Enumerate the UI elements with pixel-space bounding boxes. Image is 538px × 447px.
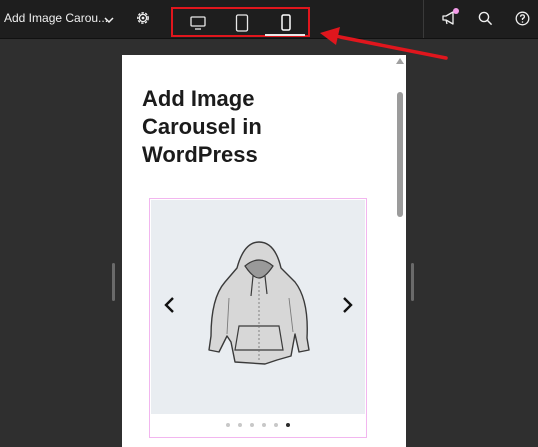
desktop-preview-button[interactable] [185,12,211,34]
carousel-dot[interactable] [226,423,230,427]
desktop-icon [190,16,206,30]
carousel-prev-arrow[interactable] [163,296,175,319]
tablet-preview-button[interactable] [229,12,255,34]
hoodie-image [208,241,310,365]
search-icon[interactable] [478,11,493,31]
carousel-dot-active[interactable] [286,423,290,427]
resize-handle-right[interactable] [411,263,414,301]
mobile-preview-button[interactable] [273,12,299,34]
carousel-next-arrow[interactable] [342,296,354,319]
mobile-preview-canvas: Add Image Carousel in WordPress [122,55,406,447]
document-title[interactable]: Add Image Carou... [4,11,108,25]
resize-handle-left[interactable] [112,263,115,301]
chevron-right-icon [343,297,353,313]
help-icon[interactable] [515,11,530,31]
device-preview-switcher [171,7,310,37]
carousel-dot[interactable] [274,423,278,427]
carousel-pagination [150,423,366,427]
carousel-slide [151,200,365,414]
notification-dot [453,8,459,14]
carousel-dot[interactable] [250,423,254,427]
page-title: Add Image Carousel in WordPress [142,86,262,167]
active-device-indicator [265,34,305,36]
chevron-left-icon [164,297,174,313]
scroll-up-arrow[interactable] [396,58,404,64]
image-carousel [149,198,367,438]
gear-icon[interactable] [135,10,151,31]
carousel-dot[interactable] [262,423,266,427]
chevron-down-icon[interactable] [104,12,114,30]
editor-toolbar: Add Image Carou... [0,0,538,39]
scrollbar-thumb[interactable] [397,92,403,217]
mobile-icon [281,14,291,31]
toolbar-divider [423,0,424,38]
carousel-dot[interactable] [238,423,242,427]
tablet-icon [235,14,249,32]
